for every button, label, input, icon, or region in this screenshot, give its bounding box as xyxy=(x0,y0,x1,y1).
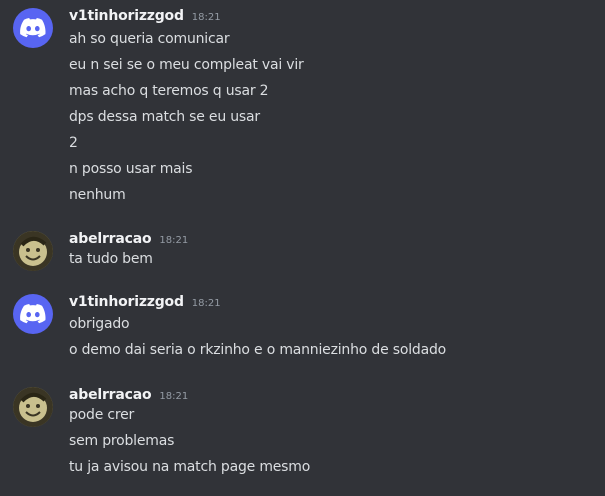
timestamp[interactable]: 18:21 xyxy=(192,298,221,309)
username[interactable]: abelrracao xyxy=(69,231,152,247)
user-photo-avatar xyxy=(13,231,53,271)
message-header: v1tinhorizzgod 18:21 xyxy=(69,8,221,26)
timestamp[interactable]: 18:21 xyxy=(159,391,188,402)
message-text: 2 xyxy=(69,135,78,151)
discord-logo-icon xyxy=(20,18,46,38)
message-text: tu ja avisou na match page mesmo xyxy=(69,459,311,475)
avatar[interactable] xyxy=(13,294,53,334)
message-text: o demo dai seria o rkzinho e o manniezin… xyxy=(69,342,446,358)
username[interactable]: abelrracao xyxy=(69,387,152,403)
username[interactable]: v1tinhorizzgod xyxy=(69,8,184,24)
message-group: abelrracao 18:21 pode crer sem problemas… xyxy=(0,387,605,482)
message-text: ta tudo bem xyxy=(69,251,153,267)
message-text: nenhum xyxy=(69,187,126,203)
message-header: v1tinhorizzgod 18:21 xyxy=(69,294,221,312)
username[interactable]: v1tinhorizzgod xyxy=(69,294,184,310)
avatar[interactable] xyxy=(13,8,53,48)
discord-logo-icon xyxy=(20,304,46,324)
chat-message-list: v1tinhorizzgod 18:21 ah so queria comuni… xyxy=(0,0,605,496)
timestamp[interactable]: 18:21 xyxy=(159,235,188,246)
message-header: abelrracao 18:21 xyxy=(69,387,188,405)
timestamp[interactable]: 18:21 xyxy=(192,12,221,23)
avatar[interactable] xyxy=(13,231,53,271)
message-text: pode crer xyxy=(69,407,135,423)
message-group: abelrracao 18:21 ta tudo bem xyxy=(0,231,605,276)
avatar[interactable] xyxy=(13,387,53,427)
message-text: mas acho q teremos q usar 2 xyxy=(69,83,269,99)
message-group: v1tinhorizzgod 18:21 ah so queria comuni… xyxy=(0,8,605,208)
message-text: sem problemas xyxy=(69,433,175,449)
message-text: dps dessa match se eu usar xyxy=(69,109,260,125)
message-text: obrigado xyxy=(69,316,130,332)
message-group: v1tinhorizzgod 18:21 obrigado o demo dai… xyxy=(0,294,605,364)
user-photo-avatar xyxy=(13,387,53,427)
message-header: abelrracao 18:21 xyxy=(69,231,188,249)
message-text: ah so queria comunicar xyxy=(69,31,230,47)
message-text: n posso usar mais xyxy=(69,161,193,177)
message-text: eu n sei se o meu compleat vai vir xyxy=(69,57,304,73)
